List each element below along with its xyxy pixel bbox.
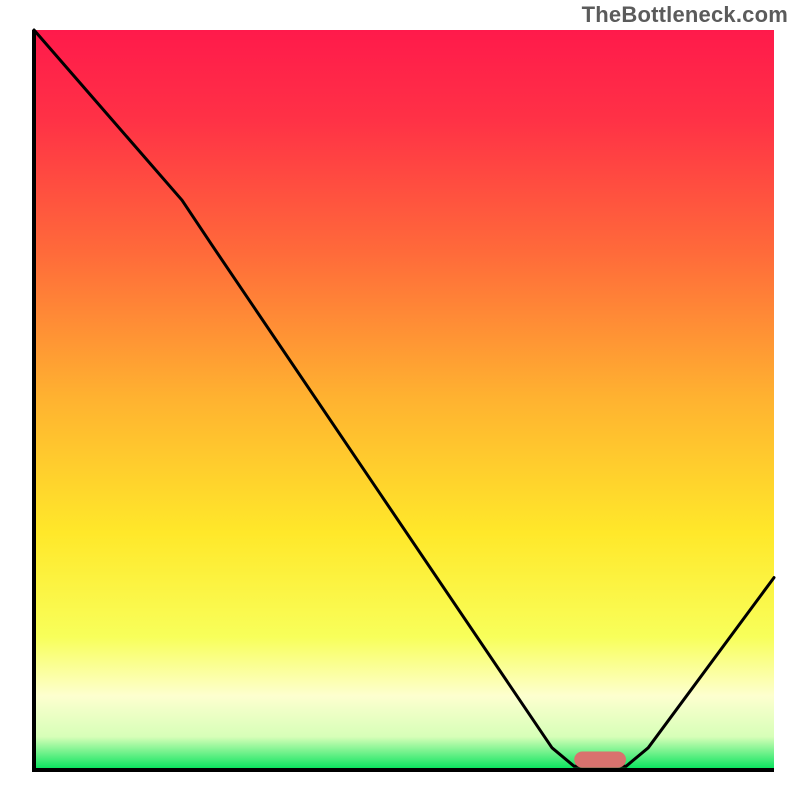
bottleneck-chart (0, 0, 800, 800)
plot-background (34, 30, 774, 770)
optimal-range-marker (574, 752, 626, 768)
